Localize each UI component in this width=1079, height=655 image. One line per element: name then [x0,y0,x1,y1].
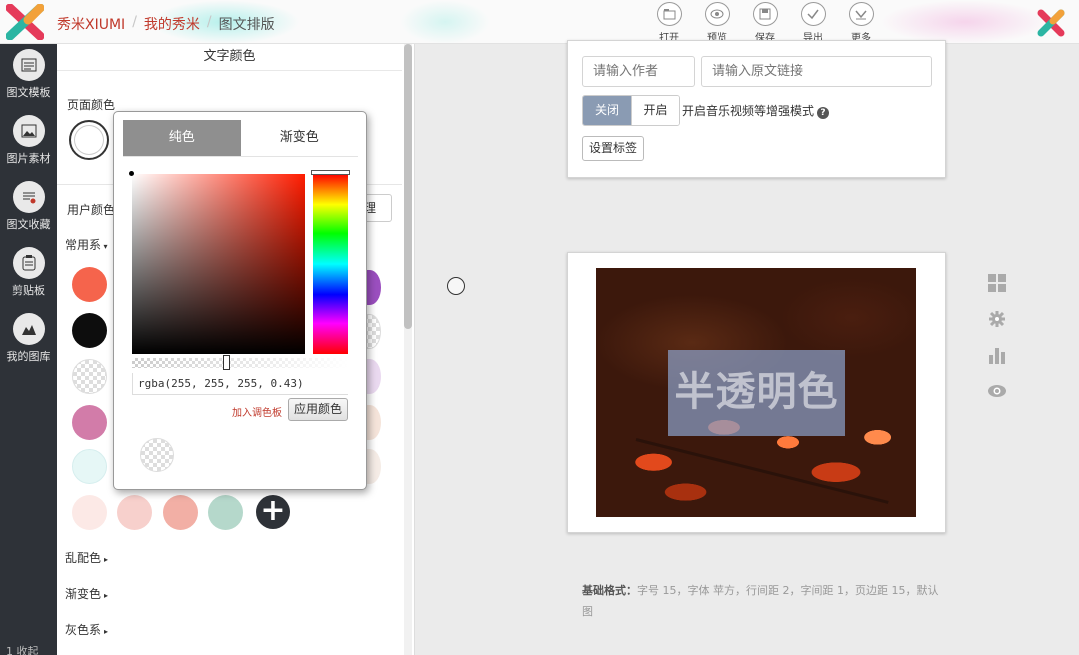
user-color-label: 用户颜色 [67,203,116,217]
apply-color-button[interactable]: 应用颜色 [288,398,348,421]
breadcrumb-separator: / [206,14,212,30]
tab-solid-color[interactable]: 纯色 [123,120,241,156]
help-icon[interactable]: ? [817,107,830,119]
top-bar: 秀米XIUMI / 我的秀米 / 图文排版 打开 预览 保存 导出 更多 [0,0,1079,44]
toggle-off-button[interactable]: 关闭 [583,96,631,125]
author-input[interactable] [582,56,695,87]
more-button[interactable]: 更多 [837,0,885,44]
basic-format-info: 基础格式：字号 15，字体 苹方，行间距 2，字间距 1，页边距 15，默认图 [582,584,939,618]
xiumi-logo[interactable] [6,4,44,40]
sidebar-item-favorites[interactable]: 图文收藏 [0,176,57,242]
toggle-on-button[interactable]: 开启 [631,96,679,125]
template-icon [12,49,45,81]
breadcrumb-current: 图文排版 [218,17,275,33]
color-swatch[interactable] [72,405,107,440]
grid-icon[interactable] [986,265,1008,301]
article-settings-card: 关闭 开启 开启音乐视频等增强模式? 设置标签 [567,40,946,178]
open-icon [656,2,682,26]
color-swatch[interactable] [72,495,107,530]
original-link-input[interactable] [701,56,932,87]
breadcrumb: 秀米XIUMI / 我的秀米 / 图文排版 [57,14,275,34]
alpha-slider[interactable] [132,358,348,368]
breadcrumb-my-xiumi[interactable]: 我的秀米 [144,14,200,34]
color-swatch[interactable] [117,495,152,530]
open-button[interactable]: 打开 [645,0,693,44]
color-swatch[interactable] [72,449,107,484]
sidebar-item-my-gallery[interactable]: 我的图库 [0,308,57,374]
group-random-colors[interactable]: 乱配色 ▸ [65,549,108,566]
sidebar-item-image-material[interactable]: 图片素材 [0,110,57,176]
sidebar-collapse-label[interactable]: 1 收起 [6,643,39,655]
chart-icon[interactable] [986,337,1008,373]
preview-button[interactable]: 预览 [693,0,741,44]
page-color-swatch[interactable] [69,120,109,160]
tab-gradient-color[interactable]: 渐变色 [241,120,359,156]
hue-slider-handle[interactable] [311,170,350,175]
main-toolbar: 打开 预览 保存 导出 更多 [645,0,885,44]
preview-icon [704,2,730,26]
favorites-icon [12,181,45,213]
breadcrumb-separator: / [132,14,137,30]
eye-icon[interactable] [986,373,1008,409]
overlay-text[interactable]: 半透明色 [668,350,845,436]
group-gray-colors[interactable]: 灰色系 ▸ [65,621,108,638]
maple-leaves-image[interactable]: 半透明色 [596,268,916,517]
color-swatch[interactable] [72,313,107,348]
image-material-icon [12,115,45,147]
breadcrumb-home[interactable]: 秀米XIUMI [57,14,125,34]
alpha-slider-handle[interactable] [223,355,230,370]
save-button[interactable]: 保存 [741,0,789,44]
color-swatch-transparent[interactable] [72,359,107,394]
add-to-palette-link[interactable]: 加入调色板 [232,404,282,419]
xiumi-logo-small [1037,9,1065,37]
enhanced-mode-label: 开启音乐视频等增强模式? [682,102,830,119]
picker-tabs: 纯色 渐变色 [123,120,358,157]
color-picker-popup: 纯色 渐变色 加入调色板 应用颜色 [113,111,367,490]
set-tags-button[interactable]: 设置标签 [582,136,644,161]
color-swatch[interactable] [72,267,107,302]
export-button[interactable]: 导出 [789,0,837,44]
color-swatch[interactable] [163,495,198,530]
rgba-value-input[interactable] [132,373,348,395]
panel-scrollbar-thumb[interactable] [404,44,412,329]
common-colors-toggle[interactable]: 常用系 ▾ [65,236,108,253]
hue-slider[interactable] [313,174,348,354]
more-icon [848,2,874,26]
gear-icon[interactable] [986,301,1008,337]
save-icon [752,2,778,26]
saturation-value-field[interactable] [132,174,305,354]
panel-title: 文字颜色 [57,44,402,71]
sidebar-item-clipboard[interactable]: 剪贴板 [0,242,57,308]
add-color-button[interactable]: + [256,495,290,529]
color-swatch[interactable] [208,495,243,530]
export-icon [800,2,826,26]
color-preview-swatch [140,438,174,472]
sidebar-item-templates[interactable]: 图文模板 [0,44,57,110]
left-sidebar: 图文模板 图片素材 图文收藏 剪贴板 我的图库 1 收起 [0,44,57,655]
group-gradient-colors[interactable]: 渐变色 ▸ [65,585,108,602]
page-color-label: 页面颜色 [67,98,116,112]
branch-shape [635,438,889,504]
block-side-tools [986,265,1008,409]
clipboard-icon [12,247,45,279]
enhanced-mode-toggle: 关闭 开启 [582,95,680,126]
mouse-cursor [447,277,465,295]
my-gallery-icon [12,313,45,345]
saturation-value-handle[interactable] [129,171,134,176]
